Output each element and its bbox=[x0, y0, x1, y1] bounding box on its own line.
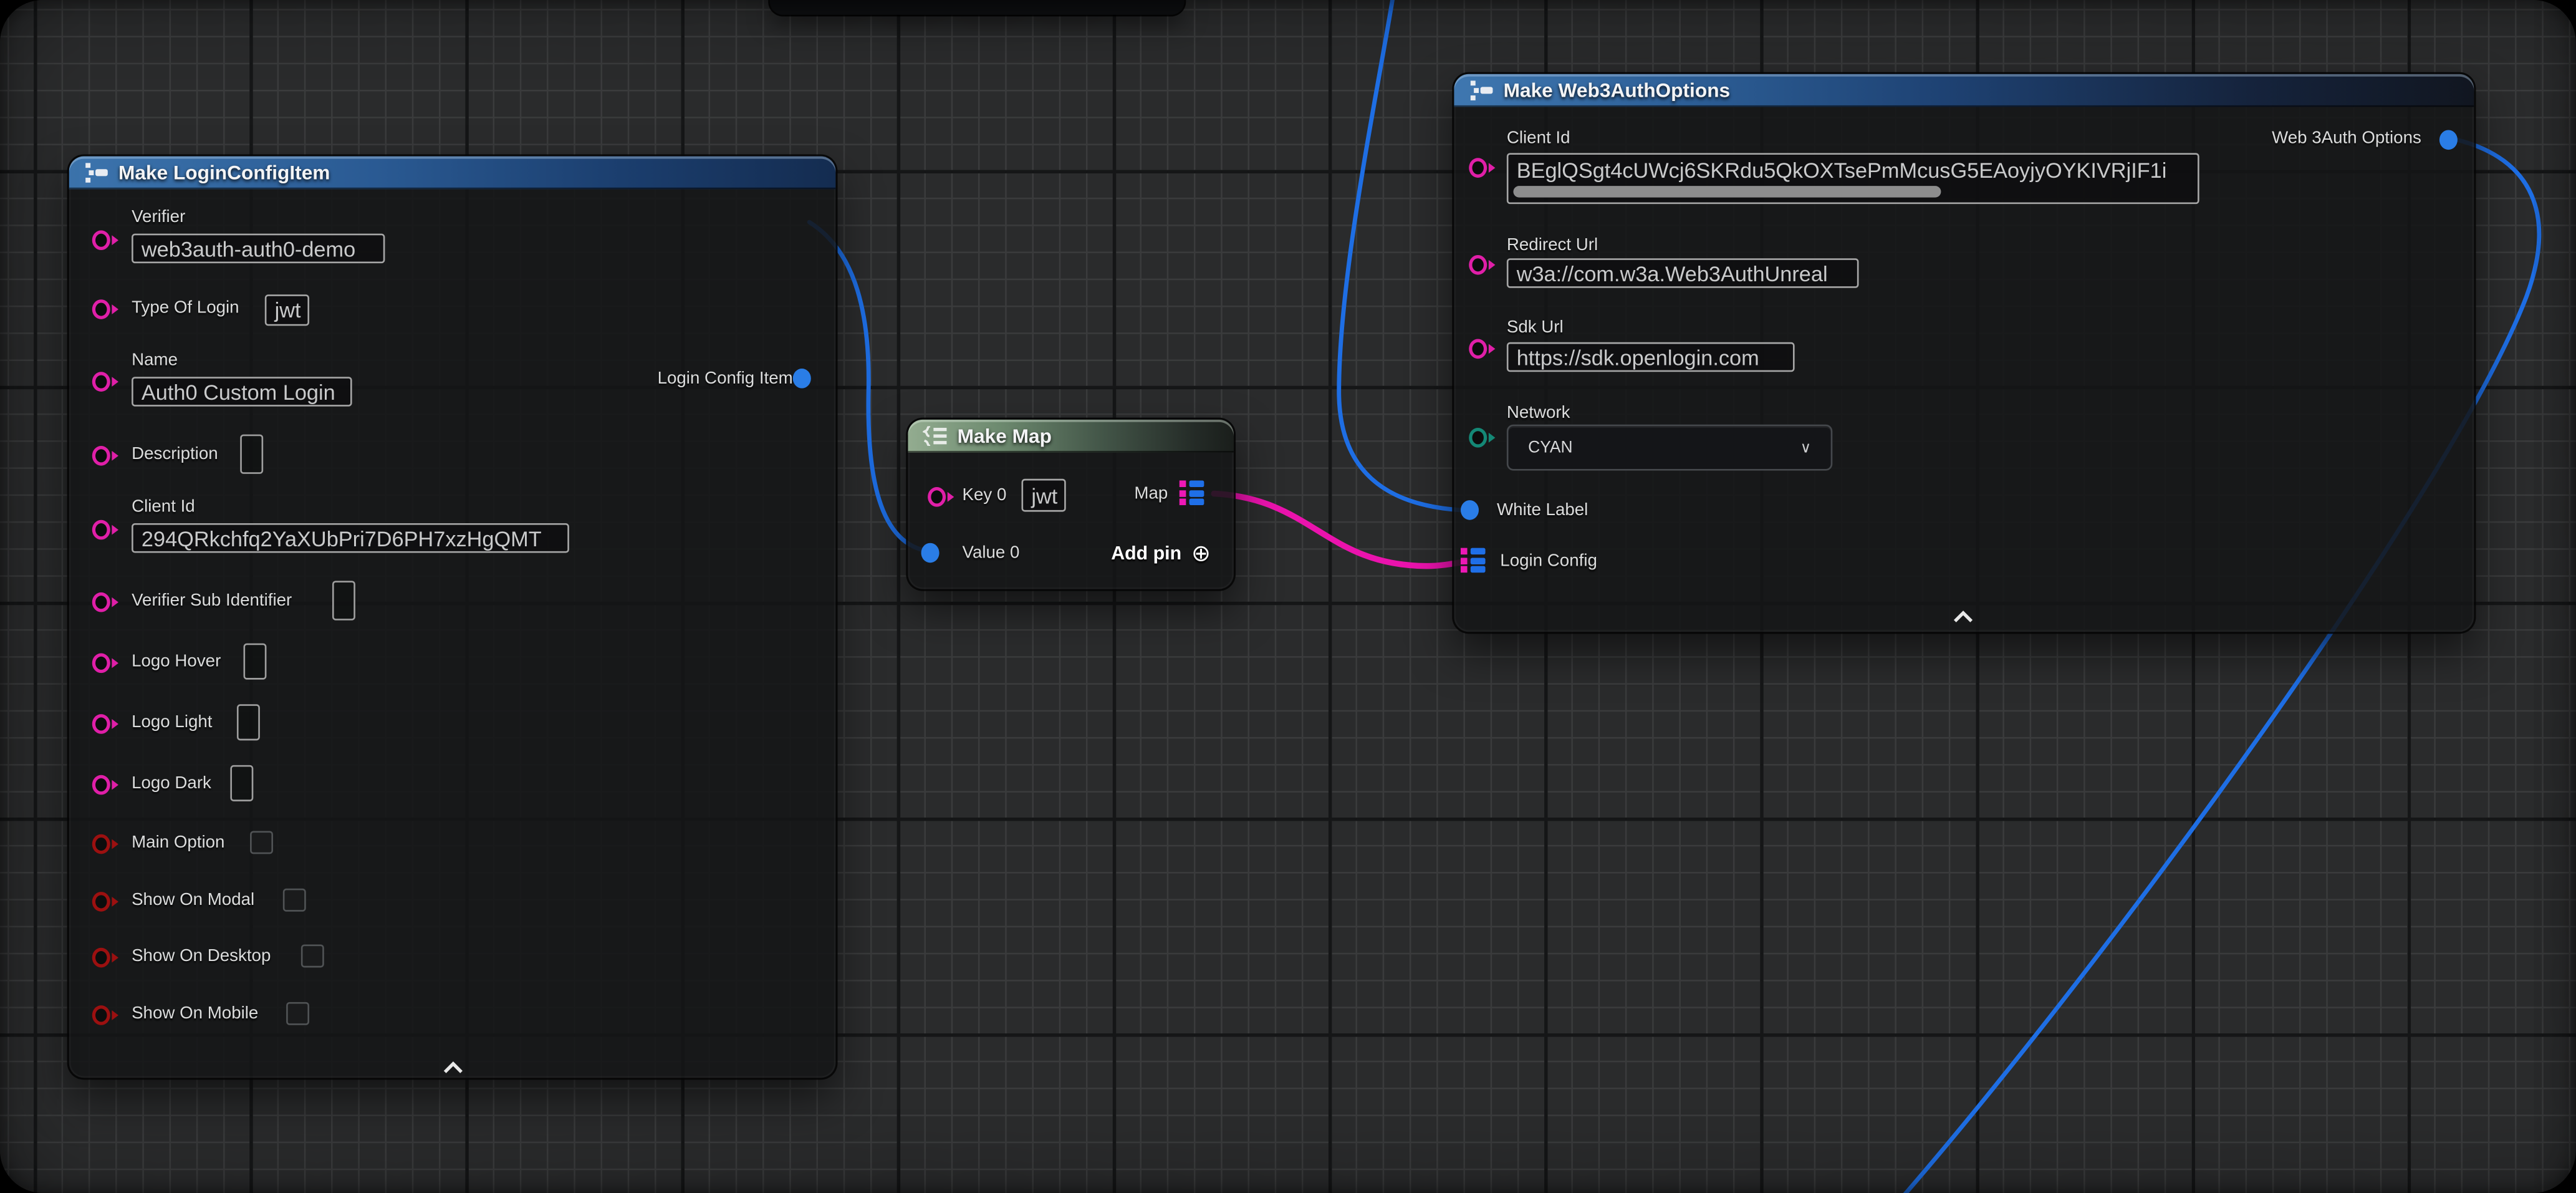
redirect-url-input[interactable]: w3a://com.w3a.Web3AuthUnreal bbox=[1507, 258, 1859, 287]
pin-label-login-config: Login Config bbox=[1500, 551, 1597, 571]
logo-light-input[interactable] bbox=[237, 704, 260, 740]
add-pin-plus-icon: ⊕ bbox=[1191, 543, 1211, 566]
pin-label-verifier: Verifier bbox=[132, 207, 185, 227]
pin-label-web3auth-options: Web 3Auth Options bbox=[2272, 128, 2421, 148]
input-pin-logo-hover[interactable] bbox=[92, 653, 110, 673]
collapse-chevron-icon[interactable] bbox=[443, 1053, 464, 1083]
node-title: Make Web3AuthOptions bbox=[1504, 79, 1731, 102]
input-pin-verifier[interactable] bbox=[92, 230, 110, 250]
pin-label-login-config-item: Login Config Item bbox=[658, 369, 793, 389]
input-pin-main-option[interactable] bbox=[92, 834, 110, 854]
offscreen-node-bottom-edge[interactable] bbox=[770, 0, 1185, 15]
node-make-map[interactable]: Make Map Key 0 jwt Map Value 0 Add pin ⊕ bbox=[908, 420, 1233, 589]
pin-label-sdk-url: Sdk Url bbox=[1507, 317, 1564, 337]
wire-top-to-white-label[interactable] bbox=[1339, 0, 1461, 510]
description-input[interactable] bbox=[240, 435, 263, 474]
collapse-chevron-icon[interactable] bbox=[1953, 602, 1974, 632]
pin-label-white-label: White Label bbox=[1497, 500, 1588, 520]
output-pin-login-config-item[interactable] bbox=[793, 369, 811, 389]
input-pin-show-on-modal[interactable] bbox=[92, 892, 110, 912]
key0-input[interactable]: jwt bbox=[1022, 479, 1066, 512]
blueprint-editor: Make LoginConfigItem Login Config Item V… bbox=[0, 0, 2576, 1193]
pin-label-value0: Value 0 bbox=[963, 543, 1020, 563]
input-pin-login-config[interactable] bbox=[1461, 548, 1486, 574]
node-make-loginconfigitem[interactable]: Make LoginConfigItem Login Config Item V… bbox=[69, 157, 836, 1078]
make-struct-icon bbox=[1469, 80, 1494, 100]
pin-label-key0: Key 0 bbox=[963, 485, 1007, 505]
input-pin-network[interactable] bbox=[1469, 428, 1487, 448]
input-pin-show-on-mobile[interactable] bbox=[92, 1005, 110, 1025]
input-pin-redirect-url[interactable] bbox=[1469, 255, 1487, 275]
network-dropdown[interactable]: CYAN ∨ bbox=[1507, 425, 1832, 471]
node-header-make-web3authoptions[interactable]: Make Web3AuthOptions bbox=[1454, 74, 2474, 107]
pin-label-logo-dark: Logo Dark bbox=[132, 773, 211, 793]
logo-hover-input[interactable] bbox=[243, 644, 266, 680]
main-option-checkbox[interactable] bbox=[250, 831, 273, 854]
node-title: Make LoginConfigItem bbox=[118, 162, 330, 185]
pin-label-show-on-desktop: Show On Desktop bbox=[132, 946, 271, 966]
pin-label-name: Name bbox=[132, 350, 178, 370]
input-pin-client-id[interactable] bbox=[92, 520, 110, 540]
sdk-url-input[interactable]: https://sdk.openlogin.com bbox=[1507, 342, 1795, 372]
show-on-mobile-checkbox[interactable] bbox=[286, 1002, 309, 1025]
pin-label-client-id: Client Id bbox=[132, 497, 195, 517]
client-id-input[interactable]: 294QRkchfq2YaXUbPri7D6PH7xzHgQMT bbox=[132, 523, 569, 553]
output-pin-map[interactable] bbox=[1180, 480, 1204, 506]
input-pin-type-of-login[interactable] bbox=[92, 299, 110, 319]
chevron-down-icon: ∨ bbox=[1800, 438, 1811, 456]
logo-dark-input[interactable] bbox=[230, 765, 253, 801]
pin-label-main-option: Main Option bbox=[132, 833, 224, 852]
type-of-login-input[interactable]: jwt bbox=[265, 294, 309, 326]
input-pin-description[interactable] bbox=[92, 446, 110, 466]
pin-label-type-of-login: Type Of Login bbox=[132, 298, 239, 318]
show-on-modal-checkbox[interactable] bbox=[283, 889, 306, 912]
input-pin-show-on-desktop[interactable] bbox=[92, 948, 110, 968]
verifier-input[interactable]: web3auth-auth0-demo bbox=[132, 234, 385, 263]
node-title: Make Map bbox=[958, 425, 1052, 448]
pin-label-client-id: Client Id bbox=[1507, 128, 1570, 148]
pin-label-logo-hover: Logo Hover bbox=[132, 652, 221, 672]
input-pin-logo-dark[interactable] bbox=[92, 775, 110, 795]
pin-label-show-on-modal: Show On Modal bbox=[132, 890, 254, 910]
input-pin-verifier-sub-identifier[interactable] bbox=[92, 592, 110, 612]
make-map-icon bbox=[923, 426, 948, 446]
pin-label-redirect-url: Redirect Url bbox=[1507, 235, 1598, 255]
node-header-make-loginconfigitem[interactable]: Make LoginConfigItem bbox=[69, 157, 836, 190]
pin-label-description: Description bbox=[132, 444, 218, 464]
client-id-scrollbar[interactable] bbox=[1513, 186, 1940, 197]
input-pin-white-label[interactable] bbox=[1461, 500, 1479, 520]
client-id-input[interactable]: BEglQSgt4cUWcj6SKRdu5QkOXTsePmMcusG5EAoy… bbox=[1507, 153, 2199, 204]
verifier-sub-identifier-input[interactable] bbox=[332, 581, 355, 620]
graph-canvas[interactable]: Make LoginConfigItem Login Config Item V… bbox=[0, 0, 2576, 1193]
pin-label-show-on-mobile: Show On Mobile bbox=[132, 1003, 258, 1023]
pin-label-logo-light: Logo Light bbox=[132, 712, 212, 732]
input-pin-key0[interactable] bbox=[928, 487, 946, 507]
output-pin-web3auth-options[interactable] bbox=[2439, 130, 2458, 150]
input-pin-logo-light[interactable] bbox=[92, 714, 110, 734]
add-pin-button[interactable]: Add pin ⊕ bbox=[1111, 543, 1211, 566]
node-make-web3authoptions[interactable]: Make Web3AuthOptions Web 3Auth Options C… bbox=[1454, 74, 2474, 632]
input-pin-value0[interactable] bbox=[921, 543, 940, 563]
name-input[interactable]: Auth0 Custom Login bbox=[132, 377, 352, 406]
show-on-desktop-checkbox[interactable] bbox=[301, 944, 324, 967]
input-pin-sdk-url[interactable] bbox=[1469, 339, 1487, 359]
pin-label-map: Map bbox=[1134, 484, 1168, 504]
node-header-make-map[interactable]: Make Map bbox=[908, 420, 1233, 453]
pin-label-network: Network bbox=[1507, 403, 1570, 423]
pin-label-verifier-sub-identifier: Verifier Sub Identifier bbox=[132, 591, 292, 611]
make-struct-icon bbox=[84, 163, 109, 183]
input-pin-name[interactable] bbox=[92, 372, 110, 392]
input-pin-client-id[interactable] bbox=[1469, 158, 1487, 178]
